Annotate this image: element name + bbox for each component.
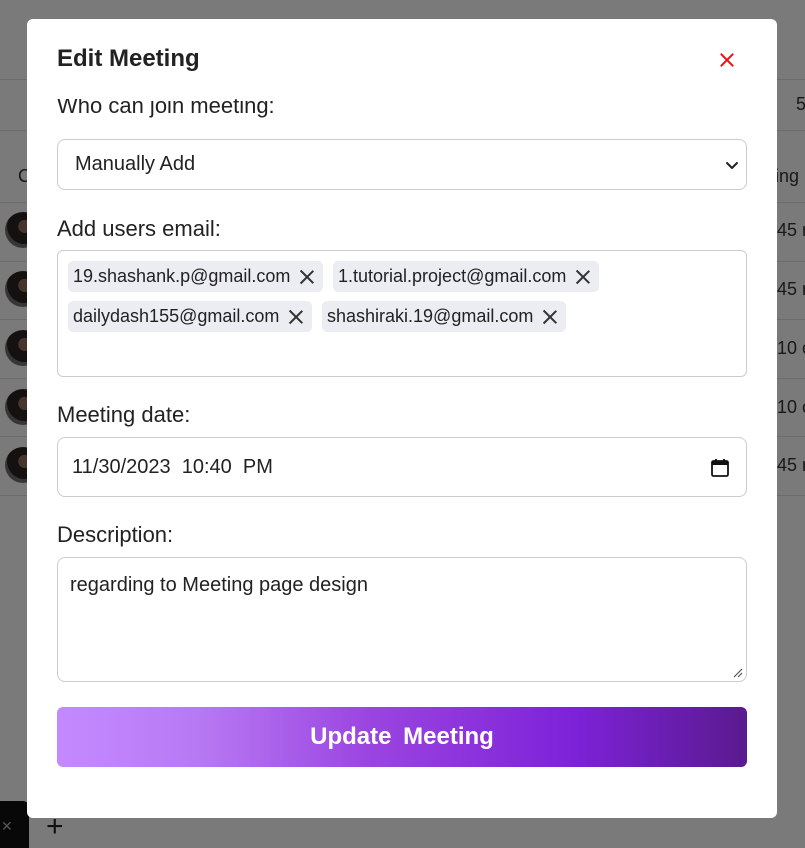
- modal-body[interactable]: Who can join meeting: Manually Add Add u…: [27, 99, 777, 818]
- email-tag-text: 19.shashank.p@gmail.com: [73, 266, 291, 286]
- date-value: 11/30/2023 10:40 PM: [72, 455, 273, 478]
- description-text: regarding to Meeting page design: [70, 574, 368, 596]
- remove-tag-icon[interactable]: [572, 266, 594, 288]
- chevron-down-icon: [726, 162, 738, 169]
- email-tag: 1.tutorial.project@gmail.com: [333, 261, 600, 292]
- email-tag: dailydash155@gmail.com: [68, 301, 313, 332]
- remove-tag-icon[interactable]: [296, 266, 318, 288]
- close-icon[interactable]: [715, 48, 739, 72]
- email-tag-text: shashiraki.19@gmail.com: [327, 306, 534, 326]
- email-tag-text: 1.tutorial.project@gmail.com: [338, 266, 567, 286]
- add-users-label: Add users email:: [57, 216, 221, 241]
- meeting-date-input[interactable]: 11/30/2023 10:40 PM: [57, 437, 747, 497]
- select-value: Manually Add: [75, 153, 196, 175]
- description-label: Description:: [57, 522, 174, 547]
- update-meeting-button[interactable]: Update Meeting: [57, 707, 747, 767]
- edit-meeting-modal: Edit Meeting Who can join meeting: Manua…: [27, 19, 777, 818]
- email-tags-input[interactable]: 19.shashank.p@gmail.com 1.tutorial.proje…: [57, 250, 747, 377]
- description-textarea[interactable]: regarding to Meeting page design: [57, 557, 747, 682]
- who-can-join-label: Who can join meeting:: [57, 99, 275, 118]
- email-tag-text: dailydash155@gmail.com: [73, 306, 280, 326]
- email-tag: shashiraki.19@gmail.com: [322, 301, 567, 332]
- meeting-date-label: Meeting date:: [57, 402, 191, 427]
- who-can-join-select[interactable]: Manually Add: [57, 139, 747, 190]
- calendar-icon[interactable]: [710, 458, 730, 478]
- remove-tag-icon[interactable]: [539, 306, 561, 328]
- email-tag: 19.shashank.p@gmail.com: [68, 261, 324, 292]
- remove-tag-icon[interactable]: [285, 306, 307, 328]
- resize-grip-icon[interactable]: [733, 668, 743, 678]
- modal-title: Edit Meeting: [57, 45, 200, 72]
